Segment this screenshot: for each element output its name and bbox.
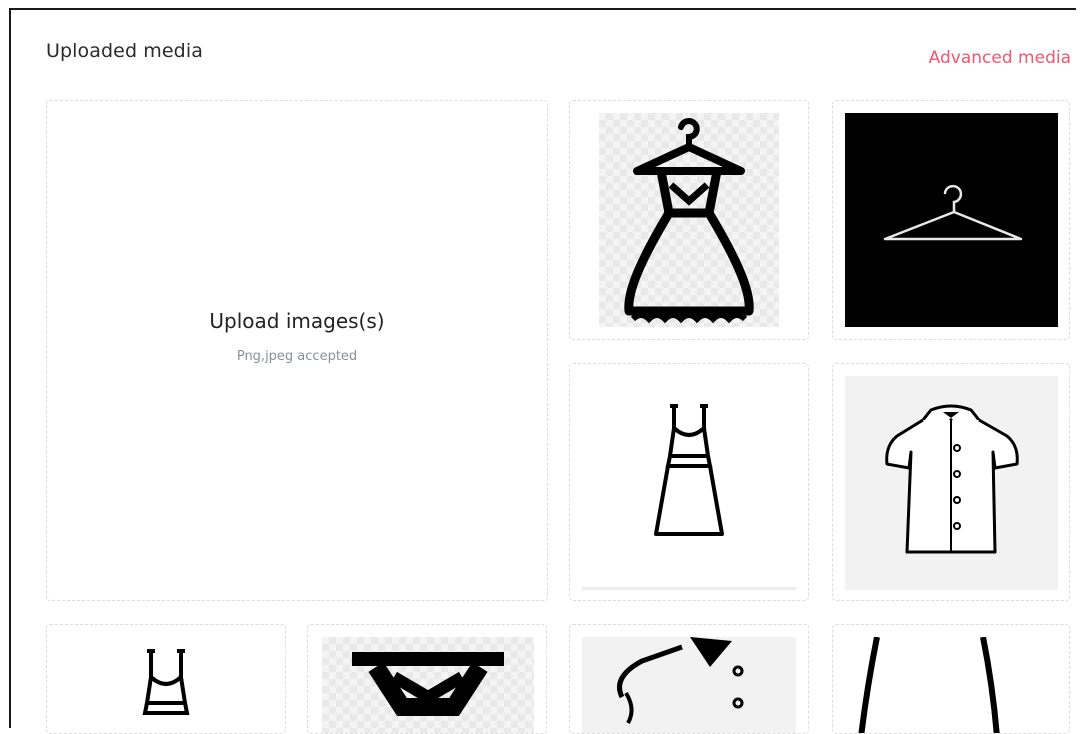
dress-icon bbox=[582, 376, 796, 590]
upload-subtitle: Png,jpeg accepted bbox=[236, 349, 358, 364]
media-tile[interactable] bbox=[569, 100, 809, 340]
blouse-icon bbox=[845, 376, 1058, 590]
upload-dropzone[interactable]: Upload images(s) Png,jpeg accepted bbox=[46, 100, 548, 601]
page-title: Uploaded media bbox=[46, 40, 203, 62]
media-tile[interactable] bbox=[832, 100, 1070, 340]
media-tile[interactable] bbox=[569, 624, 809, 734]
shirt-icon bbox=[582, 637, 796, 733]
dress-on-hanger-icon bbox=[322, 637, 534, 733]
advanced-media-link[interactable]: Advanced media bbox=[929, 48, 1071, 68]
hanger-icon bbox=[845, 113, 1058, 327]
dress-icon bbox=[845, 637, 1058, 733]
upload-title: Upload images(s) bbox=[209, 309, 385, 333]
dress-on-hanger-icon bbox=[599, 113, 779, 327]
media-tile[interactable] bbox=[569, 363, 809, 601]
dress-icon bbox=[59, 637, 273, 733]
media-tile[interactable] bbox=[832, 363, 1070, 601]
media-tile[interactable] bbox=[46, 624, 286, 734]
media-tile[interactable] bbox=[307, 624, 547, 734]
media-tile[interactable] bbox=[832, 624, 1070, 734]
